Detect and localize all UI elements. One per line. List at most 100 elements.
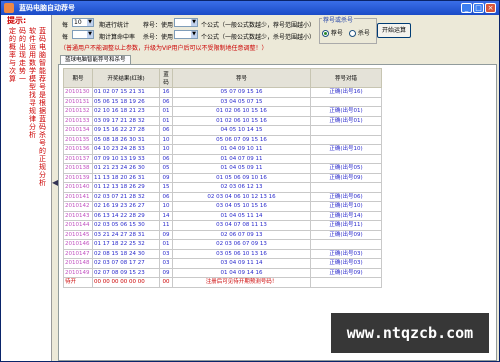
radio-recommend[interactable]: 荐号	[322, 28, 343, 37]
cell-result: 03 09 17 21 28 32	[92, 115, 160, 126]
cell-result: 01 12 13 18 26 29	[92, 182, 160, 193]
cell-blue: 10	[159, 201, 173, 212]
table-row[interactable]: 2010135 05 08 18 26 30 31 10 05 06 07 09 15…	[63, 134, 382, 145]
vip-notice: （普通用户不能调整以上参数，升级为VIP用户后可以不受限制地任意调整！）	[60, 45, 268, 52]
stat-periods-value: 10	[74, 19, 82, 26]
cell-result: 03 21 24 27 28 31	[92, 229, 160, 240]
cell-blue: 05	[159, 163, 173, 174]
title-bar: 蓝码电脑自动荐号 _ □ ×	[1, 1, 499, 15]
table-row[interactable]: 待开 00 00 00 00 00 00 00 注册后可见待开期预测号码！	[63, 277, 382, 288]
table-row[interactable]: 2010146 01 17 18 22 25 32 01 02 03 06 07 09…	[63, 239, 382, 250]
cell-recommend: 03 04 05 10 15 16	[172, 201, 311, 212]
cell-blue: 11	[159, 220, 173, 231]
cell-blue: 00	[159, 277, 173, 288]
cell-blue: 06	[159, 153, 173, 164]
cell-verdict: 正确(出号01)	[310, 115, 382, 126]
cell-verdict: 正确(出号09)	[310, 229, 382, 240]
hit-periods-select[interactable]: ▼	[72, 30, 94, 39]
cell-result: 02 03 07 08 17 27	[92, 258, 160, 269]
row2-label-each: 每	[62, 34, 69, 41]
table-row[interactable]: 2010138 01 21 23 24 26 30 05 01 04 05 09 11…	[63, 163, 382, 174]
table-row[interactable]: 2010131 05 06 15 18 19 26 06 03 04 05 07 15	[63, 96, 382, 107]
cell-result: 01 02 07 15 21 31	[92, 87, 160, 98]
chevron-down-icon: ▼	[191, 31, 197, 38]
cell-blue: 09	[159, 229, 173, 240]
recommend-formula-select[interactable]: ▼	[174, 18, 198, 27]
table-row[interactable]: 2010142 02 16 19 23 26 27 10 03 04 05 10 15…	[63, 201, 382, 212]
cell-recommend: 01 04 05 09 11	[172, 163, 311, 174]
start-calculation-button[interactable]: 开始运算	[377, 23, 411, 38]
cell-verdict: 正确(出号01)	[310, 106, 382, 117]
cell-recommend: 03 05 06 10 13 16	[172, 248, 311, 259]
table-row[interactable]: 2010144 02 03 05 06 15 30 11 03 04 07 08 11…	[63, 220, 382, 231]
cell-result: 01 17 18 22 25 32	[92, 239, 160, 250]
minimize-icon[interactable]: _	[461, 3, 472, 13]
cell-verdict: 正确(出号05)	[310, 163, 382, 174]
cell-result: 01 21 23 24 26 30	[92, 163, 160, 174]
cell-recommend: 01 04 09 14 16	[172, 267, 311, 278]
table-row[interactable]: 2010141 02 03 07 21 28 32 06 02 03 04 06 10…	[63, 191, 382, 202]
table-row[interactable]: 2010136 04 10 23 24 28 33 10 01 04 09 10 11…	[63, 144, 382, 155]
table-row[interactable]: 2010149 02 07 08 09 15 23 09 01 04 09 14 16…	[63, 267, 382, 278]
table-row[interactable]: 2010143 06 13 14 22 28 29 14 01 04 05 11 14…	[63, 210, 382, 221]
cell-period: 2010148	[63, 258, 93, 269]
stat-periods-select[interactable]: 10 ▼	[72, 18, 94, 27]
table-row[interactable]: 2010133 03 09 17 21 28 32 01 01 02 06 10 15…	[63, 115, 382, 126]
header-result: 开奖结果(红球)	[92, 68, 160, 88]
cell-blue: 06	[159, 191, 173, 202]
window-title: 蓝码电脑自动荐号	[19, 4, 75, 12]
table-row[interactable]: 2010139 11 13 18 20 26 31 09 01 05 06 09 10…	[63, 172, 382, 183]
cell-period: 2010143	[63, 210, 93, 221]
cell-result: 07 09 10 13 19 33	[92, 153, 160, 164]
cell-result: 02 08 15 18 24 30	[92, 248, 160, 259]
table-row[interactable]: 2010145 03 21 24 27 28 31 09 02 06 07 09 13…	[63, 229, 382, 240]
chevron-down-icon: ▼	[87, 19, 93, 26]
cell-blue: 06	[159, 96, 173, 107]
cell-result: 09 15 16 22 27 28	[92, 125, 160, 136]
cell-verdict: 正确(出号03)	[310, 248, 382, 259]
radio-kill[interactable]: 杀号	[349, 28, 370, 37]
cell-recommend: 01 02 06 10 15 16	[172, 115, 311, 126]
cell-period: 2010135	[63, 134, 93, 145]
cell-result: 02 03 05 06 15 30	[92, 220, 160, 231]
cell-recommend: 02 03 06 07 09 13	[172, 239, 311, 250]
cell-period: 2010142	[63, 201, 93, 212]
table-row[interactable]: 2010134 09 15 16 22 27 28 06 04 05 10 14 15	[63, 125, 382, 136]
cell-period: 2010140	[63, 182, 93, 193]
header-verdict: 荐号对错	[310, 68, 382, 88]
cell-verdict	[310, 96, 382, 107]
table-row[interactable]: 2010132 02 10 16 18 21 23 01 01 02 06 10 15…	[63, 106, 382, 117]
cell-verdict: 正确(出号16)	[310, 87, 382, 98]
cell-recommend: 01 02 06 10 15 16	[172, 106, 311, 117]
table-header-row: 期号 开奖结果(红球) 蓝码 荐号 荐号对错	[63, 68, 382, 88]
mode-group: 荐号或杀号 荐号 杀号	[319, 15, 377, 44]
radio-checked-icon	[322, 30, 329, 37]
cell-result: 00 00 00 00 00 00	[92, 277, 160, 288]
chevron-down-icon: ▼	[87, 31, 93, 38]
cell-period: 2010147	[63, 248, 93, 259]
cell-period: 2010139	[63, 172, 93, 183]
table-row[interactable]: 2010130 01 02 07 15 21 31 16 05 07 09 15 16…	[63, 87, 382, 98]
results-table: 期号 开奖结果(红球) 蓝码 荐号 荐号对错 2010130 01 02 07 1…	[63, 68, 382, 288]
cell-recommend: 03 04 07 08 11 13	[172, 220, 311, 231]
cell-recommend: 01 04 05 11 14	[172, 210, 311, 221]
table-row[interactable]: 2010137 07 09 10 13 19 33 06 01 04 07 09 11	[63, 153, 382, 164]
cell-result: 04 10 23 24 28 33	[92, 144, 160, 155]
maximize-icon[interactable]: □	[473, 3, 484, 13]
table-row[interactable]: 2010148 02 03 07 08 17 27 03 03 04 09 11 14…	[63, 258, 382, 269]
close-icon[interactable]: ×	[485, 3, 496, 13]
kill-formula-select[interactable]: ▼	[174, 30, 198, 39]
app-icon	[4, 3, 14, 13]
cell-blue: 03	[159, 258, 173, 269]
table-row[interactable]: 2010147 02 08 15 18 24 30 03 03 05 06 10 13…	[63, 248, 382, 259]
cell-period: 2010149	[63, 267, 93, 278]
table-row[interactable]: 2010140 01 12 13 18 26 29 15 02 03 06 12 13	[63, 182, 382, 193]
cell-recommend: 01 04 09 10 11	[172, 144, 311, 155]
cell-recommend: 03 04 05 07 15	[172, 96, 311, 107]
cell-verdict	[310, 153, 382, 164]
cell-result: 02 16 19 23 26 27	[92, 201, 160, 212]
cell-verdict	[310, 134, 382, 145]
header-period: 期号	[63, 68, 93, 88]
cell-recommend: 02 03 06 12 13	[172, 182, 311, 193]
cell-period: 2010144	[63, 220, 93, 231]
